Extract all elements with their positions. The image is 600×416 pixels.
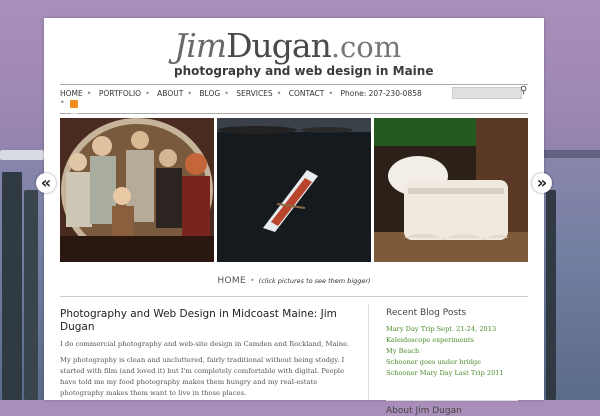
main-nav: HOME • PORTFOLIO • ABOUT • BLOG • SERVICES • … [60, 84, 528, 115]
slide-crib-photo[interactable] [374, 118, 528, 262]
background-piling [24, 190, 38, 400]
nav-separator: • [145, 89, 150, 98]
nav-item-blog[interactable]: BLOG [199, 89, 220, 98]
caption-separator: • [249, 276, 255, 285]
nav-separator: • [276, 89, 282, 98]
nav-item-contact[interactable]: CONTACT [289, 89, 325, 98]
caption-note: (click pictures to see them bigger) [258, 277, 371, 285]
background-boat [0, 150, 44, 160]
slide-rowboat-photo[interactable] [217, 118, 371, 262]
search-input[interactable] [452, 87, 522, 99]
nav-separator: • [187, 89, 193, 98]
site-logo[interactable]: JimDugan.com [174, 26, 401, 65]
slider-prev-button[interactable]: « [36, 173, 56, 193]
sidebar-divider [386, 400, 518, 401]
recent-post-link[interactable]: Schooner goes under bridge [386, 357, 526, 368]
nav-separator: • [328, 89, 334, 98]
main-content: Photography and Web Design in Midcoast M… [60, 308, 356, 399]
logo-last-name: Dugan [226, 26, 332, 65]
nav-item-services[interactable]: SERVICES [236, 89, 272, 98]
recent-post-link[interactable]: Schooner Mary Day Last Trip 2011 [386, 368, 526, 379]
page-container: JimDugan.com photography and web design … [36, 18, 552, 416]
recent-post-link[interactable]: Mary Day Trip Sept. 21-24, 2013 [386, 324, 526, 335]
recent-posts-heading: Recent Blog Posts [386, 308, 467, 318]
logo-tld: .com [330, 30, 402, 64]
home-link[interactable]: HOME [217, 276, 246, 286]
site-tagline: photography and web design in Maine [174, 64, 434, 78]
about-heading: About Jim Dugan [386, 406, 462, 416]
content-divider [60, 296, 528, 297]
column-separator [368, 304, 369, 400]
search-icon[interactable]: ⚲ [520, 85, 527, 96]
body-paragraph: My photography is clean and uncluttered,… [60, 356, 345, 397]
sidebar: Recent Blog Posts Mary Day Trip Sept. 21… [386, 308, 526, 416]
home-caption-row: HOME • (click pictures to see them bigger) [44, 268, 544, 287]
background-piling [2, 172, 22, 400]
nav-item-phone: Phone: 207-230-0858 [340, 89, 422, 98]
site-header: JimDugan.com photography and web design … [44, 18, 544, 88]
nav-items: HOME • PORTFOLIO • ABOUT • BLOG • SERVICES • … [60, 89, 426, 98]
nav-item-home[interactable]: HOME [60, 89, 83, 98]
nav-item-about[interactable]: ABOUT [157, 89, 183, 98]
nav-separator: • [224, 89, 229, 98]
chevron-right-icon: » [536, 173, 548, 192]
logo-first-name: Jim [174, 26, 227, 65]
rss-icon[interactable] [70, 100, 78, 115]
slider-next-button[interactable]: » [532, 173, 552, 193]
nav-item-portfolio[interactable]: PORTFOLIO [99, 89, 141, 98]
nav-separator: • [86, 89, 92, 98]
background-piling [546, 190, 556, 400]
recent-posts-list: Mary Day Trip Sept. 21-24, 2013 Kaleidos… [386, 324, 526, 379]
slide-performers-photo[interactable] [60, 118, 214, 262]
chevron-left-icon: « [40, 173, 52, 192]
intro-paragraph: I do commercial photography and web-site… [60, 340, 350, 348]
photo-slider [60, 118, 528, 262]
page-title: Photography and Web Design in Midcoast M… [60, 308, 337, 333]
recent-post-link[interactable]: Kaleidoscope experiments [386, 335, 526, 346]
nav-separator: • [60, 98, 65, 107]
recent-post-link[interactable]: My Beach [386, 346, 526, 357]
